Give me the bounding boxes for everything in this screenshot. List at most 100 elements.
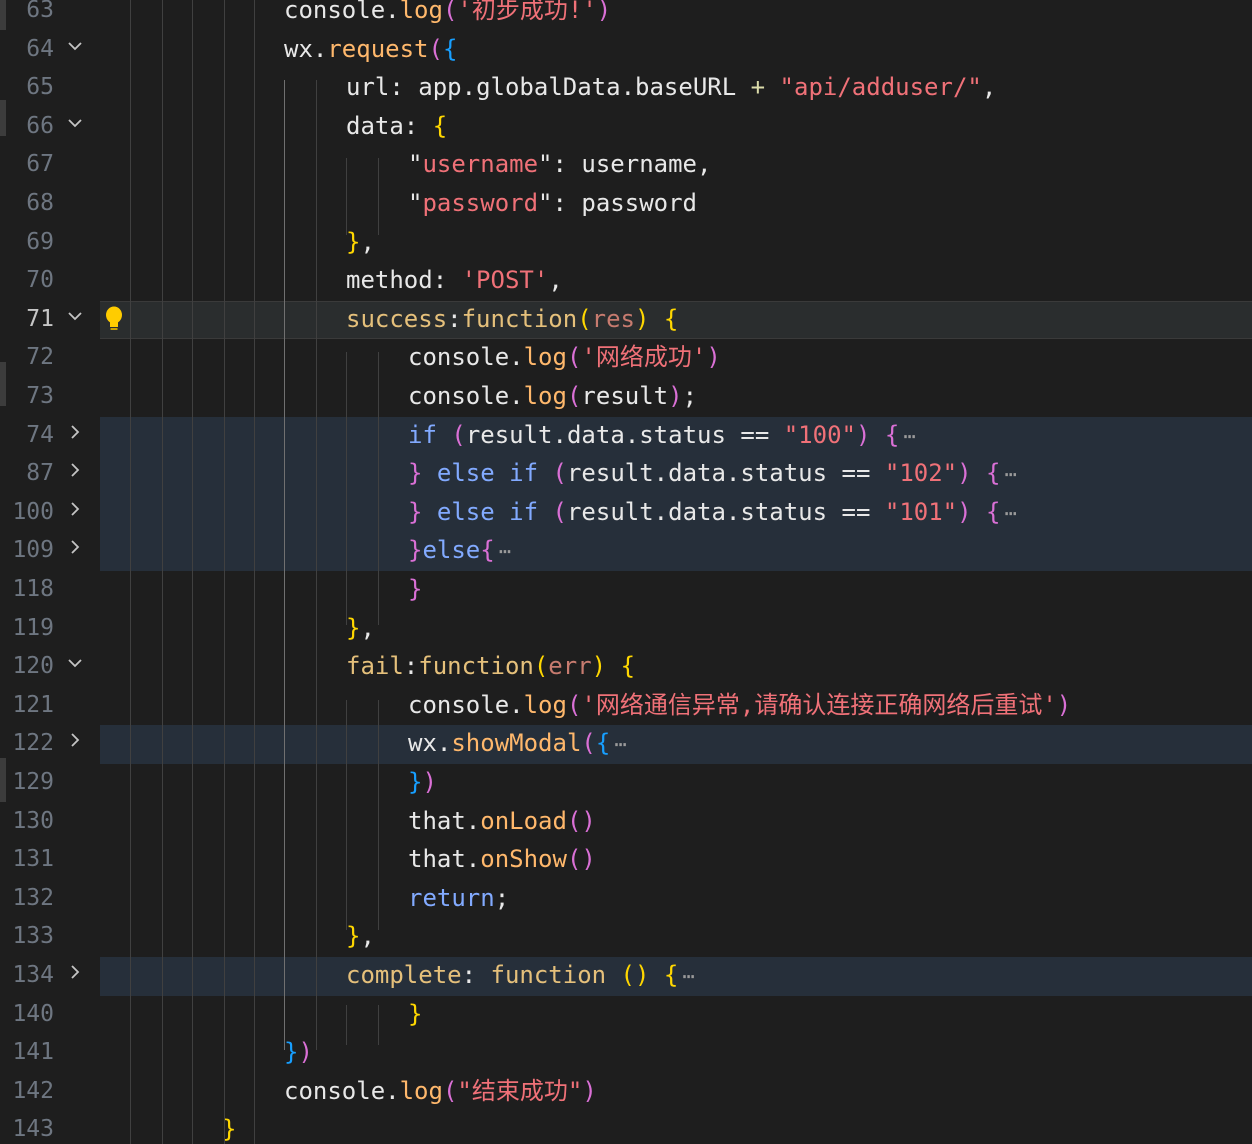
code-text[interactable]: return;: [408, 883, 509, 913]
code-text[interactable]: method: 'POST',: [346, 265, 563, 295]
code-line[interactable]: 134 complete: function () {⋯: [0, 957, 1252, 996]
code-token: '初步成功!': [457, 0, 597, 24]
code-line[interactable]: 87} else if (result.data.status == "102"…: [0, 455, 1252, 494]
code-text[interactable]: }: [408, 574, 422, 604]
chevron-down-icon[interactable]: [64, 37, 86, 59]
code-line[interactable]: 118}: [0, 571, 1252, 610]
chevron-down-icon[interactable]: [64, 654, 86, 676]
folded-region-ellipsis[interactable]: ⋯: [495, 536, 515, 566]
chevron-right-icon[interactable]: [64, 461, 86, 483]
chevron-right-icon[interactable]: [64, 500, 86, 522]
code-line[interactable]: 119},: [0, 610, 1252, 649]
code-line[interactable]: 142 console.log("结束成功"): [0, 1073, 1252, 1112]
code-text[interactable]: that.onLoad(): [408, 806, 596, 836]
code-line[interactable]: 143}: [0, 1111, 1252, 1144]
code-line[interactable]: 74 if (result.data.status == "100") {⋯: [0, 416, 1252, 456]
code-line[interactable]: 65 url: app.globalData.baseURL + "api/add…: [0, 69, 1252, 108]
folded-region-ellipsis[interactable]: ⋯: [678, 961, 698, 991]
code-line[interactable]: 131 that.onShow(): [0, 841, 1252, 880]
chevron-down-icon[interactable]: [64, 307, 86, 329]
code-text[interactable]: }): [408, 767, 437, 797]
code-text[interactable]: complete: function () {⋯: [346, 960, 698, 991]
code-text[interactable]: }else{⋯: [408, 535, 515, 566]
code-token: ): [298, 1038, 313, 1067]
code-line[interactable]: 64 wx.request({: [0, 31, 1252, 70]
code-text[interactable]: "password": password: [408, 188, 697, 218]
code-text[interactable]: url: app.globalData.baseURL + "api/addus…: [346, 72, 996, 102]
code-token: :: [461, 961, 491, 989]
code-line[interactable]: 130 that.onLoad(): [0, 803, 1252, 842]
chevron-right-icon[interactable]: [64, 423, 86, 445]
code-line[interactable]: 122 wx.showModal({⋯: [0, 725, 1252, 764]
code-text[interactable]: "username": username,: [408, 149, 711, 179]
code-line[interactable]: 66 data: {: [0, 108, 1252, 147]
code-text[interactable]: console.log('网络成功'): [408, 342, 721, 372]
code-text[interactable]: data: {: [346, 111, 447, 141]
code-text[interactable]: console.log('初步成功!'): [284, 0, 611, 25]
code-line[interactable]: 133},: [0, 918, 1252, 957]
code-text[interactable]: } else if (result.data.status == "101") …: [408, 497, 1021, 528]
code-text[interactable]: if (result.data.status == "100") {⋯: [408, 420, 919, 451]
indent-guide: [346, 700, 347, 930]
code-token: that: [408, 806, 466, 835]
line-number: 74: [26, 421, 54, 448]
code-token: err: [548, 652, 592, 681]
code-line[interactable]: 71 success:function(res) {: [0, 300, 1252, 340]
code-text[interactable]: success:function(res) {: [346, 304, 678, 334]
code-text[interactable]: console.log(result);: [408, 381, 697, 411]
code-line[interactable]: 129}): [0, 764, 1252, 803]
code-line[interactable]: 100} else if (result.data.status == "101…: [0, 493, 1252, 533]
code-text[interactable]: },: [346, 921, 375, 951]
code-line[interactable]: 132 return;: [0, 880, 1252, 919]
chevron-right-icon[interactable]: [64, 538, 86, 560]
code-text[interactable]: fail:function(err) {: [346, 651, 635, 681]
line-highlight: [100, 532, 1252, 571]
code-line[interactable]: 109}else{⋯: [0, 532, 1252, 571]
code-text[interactable]: console.log("结束成功"): [284, 1076, 597, 1106]
line-number: 133: [12, 923, 54, 950]
code-text[interactable]: }: [408, 999, 422, 1029]
code-token: ==: [827, 497, 885, 526]
code-line[interactable]: 68 "password": password: [0, 185, 1252, 224]
code-line[interactable]: 70 method: 'POST',: [0, 262, 1252, 301]
code-token: url: [346, 73, 390, 102]
code-line[interactable]: 140}: [0, 996, 1252, 1035]
indent-guide: [224, 0, 225, 1144]
code-token: app: [418, 73, 462, 102]
code-line[interactable]: 121 console.log('网络通信异常,请确认连接正确网络后重试'): [0, 687, 1252, 726]
chevron-right-icon[interactable]: [64, 963, 86, 985]
folded-region-ellipsis[interactable]: ⋯: [1000, 498, 1020, 528]
chevron-down-icon[interactable]: [64, 114, 86, 136]
line-number: 71: [26, 305, 54, 332]
code-token: ": [408, 189, 423, 217]
chevron-right-icon[interactable]: [64, 731, 86, 753]
code-line[interactable]: 72 console.log('网络成功'): [0, 339, 1252, 378]
code-token: (): [620, 961, 650, 989]
folded-region-ellipsis[interactable]: ⋯: [899, 421, 919, 451]
code-line[interactable]: 63 console.log('初步成功!'): [0, 0, 1252, 31]
code-token: {: [595, 729, 611, 758]
code-text[interactable]: },: [346, 613, 375, 643]
code-text[interactable]: console.log('网络通信异常,请确认连接正确网络后重试'): [408, 690, 1071, 720]
code-line[interactable]: 69},: [0, 224, 1252, 263]
code-line[interactable]: 73 console.log(result);: [0, 378, 1252, 417]
code-text[interactable]: that.onShow(): [408, 844, 596, 874]
line-number: 130: [12, 807, 54, 834]
code-editor[interactable]: 63 console.log('初步成功!') 64 wx.request({ 65 ur…: [0, 0, 1252, 1144]
code-text[interactable]: }): [284, 1037, 313, 1067]
lightbulb-icon[interactable]: [104, 305, 124, 333]
code-token: wx: [408, 729, 437, 758]
code-token: if: [509, 459, 539, 488]
line-number: 65: [26, 74, 54, 101]
folded-region-ellipsis[interactable]: ⋯: [1000, 459, 1020, 489]
code-line[interactable]: 141}): [0, 1034, 1252, 1073]
folded-region-ellipsis[interactable]: ⋯: [610, 729, 630, 759]
code-text[interactable]: } else if (result.data.status == "102") …: [408, 458, 1021, 489]
line-number: 121: [12, 691, 54, 718]
code-line[interactable]: 67 "username": username,: [0, 146, 1252, 185]
code-text[interactable]: wx.request({: [284, 34, 457, 64]
code-line[interactable]: 120 fail:function(err) {: [0, 648, 1252, 687]
code-text[interactable]: },: [346, 227, 375, 257]
code-text[interactable]: wx.showModal({⋯: [408, 728, 630, 759]
code-token: ,: [697, 150, 712, 179]
